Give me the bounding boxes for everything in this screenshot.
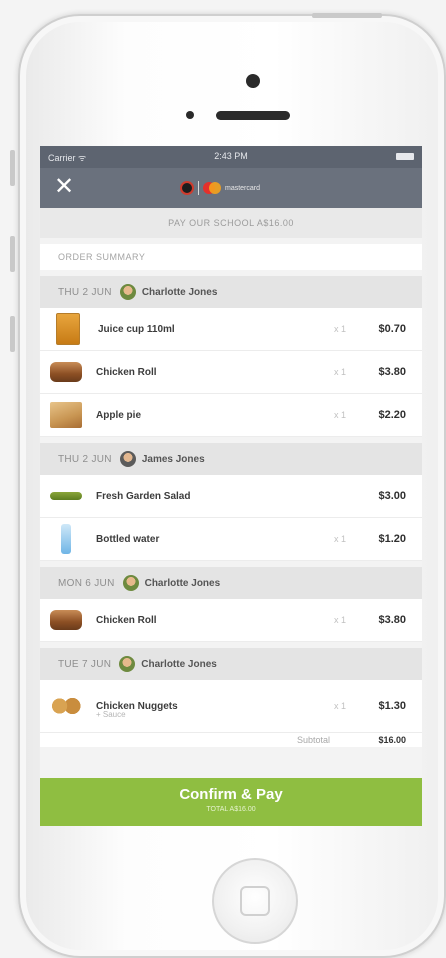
app-screen: Carrier ᯤ 2:43 PM ✕ mastercard PAY OUR S…	[40, 146, 422, 826]
list-item[interactable]: Chicken Roll x 1 $3.80	[40, 351, 422, 394]
item-price: $3.80	[378, 614, 406, 626]
item-name: Chicken Nuggets	[96, 700, 178, 712]
list-item[interactable]: Bottled water x 1 $1.20	[40, 518, 422, 561]
volume-down-button	[10, 236, 15, 272]
student-name: Charlotte Jones	[141, 286, 218, 298]
subtotal-value: $16.00	[378, 735, 406, 745]
item-qty: x 1	[333, 615, 346, 625]
home-button[interactable]	[212, 858, 298, 944]
mastercard-icon	[203, 182, 221, 194]
volume-up-button	[10, 150, 15, 186]
item-price: $0.70	[378, 323, 406, 335]
item-name: Fresh Garden Salad	[96, 490, 191, 502]
water-icon	[61, 524, 71, 554]
pie-icon	[50, 402, 82, 428]
item-price: $3.00	[378, 490, 406, 502]
day-header: THU 2 JUN Charlotte Jones	[40, 276, 422, 308]
day-header: THU 2 JUN James Jones	[40, 443, 422, 475]
sensor-icon	[186, 111, 194, 119]
list-item[interactable]: Chicken Roll x 1 $3.80	[40, 599, 422, 642]
speaker-grille	[216, 111, 290, 120]
power-button	[312, 13, 382, 18]
subtotal-label: Subtotal	[296, 735, 330, 745]
school-logo-icon	[180, 181, 194, 195]
camera-icon	[246, 74, 260, 88]
list-item[interactable]: Apple pie x 1 $2.20	[40, 394, 422, 437]
status-bar: Carrier ᯤ 2:43 PM	[40, 146, 422, 168]
payment-logos: mastercard	[180, 180, 260, 196]
day-date: THU 2 JUN	[58, 453, 112, 465]
avatar	[119, 656, 136, 672]
nuggets-icon	[50, 695, 82, 717]
student-name: James Jones	[141, 453, 205, 465]
roll-icon	[50, 610, 82, 630]
item-qty: x 1	[333, 701, 346, 711]
item-name: Apple pie	[96, 409, 142, 421]
item-qty: x 1	[333, 367, 346, 377]
item-qty: x 1	[333, 534, 346, 544]
clock: 2:43 PM	[214, 151, 248, 161]
avatar	[119, 451, 136, 467]
subtotal-row: Subtotal $16.00	[40, 733, 422, 747]
mute-switch	[10, 316, 15, 352]
student-name: Charlotte Jones	[141, 658, 217, 670]
item-name: Chicken Roll	[96, 366, 157, 378]
avatar	[119, 284, 136, 300]
brand-text: mastercard	[225, 184, 261, 192]
confirm-pay-button[interactable]: Confirm & Pay TOTAL A$16.00	[40, 778, 422, 826]
salad-icon	[50, 492, 82, 500]
day-header: TUE 7 JUN Charlotte Jones	[40, 648, 422, 680]
close-icon[interactable]: ✕	[54, 175, 74, 199]
item-option: + Sauce	[96, 710, 126, 719]
item-price: $1.20	[378, 533, 406, 545]
battery-icon	[396, 153, 414, 160]
day-header: MON 6 JUN Charlotte Jones	[40, 567, 422, 599]
day-date: TUE 7 JUN	[58, 658, 112, 670]
list-item[interactable]: Fresh Garden Salad $3.00	[40, 475, 422, 518]
day-date: THU 2 JUN	[58, 286, 112, 298]
juice-icon	[56, 313, 80, 345]
item-qty: x 1	[333, 324, 346, 334]
confirm-total: TOTAL A$16.00	[206, 806, 256, 813]
list-item[interactable]: Chicken Nuggets + Sauce x 1 $1.30	[40, 680, 422, 733]
item-name: Juice cup 110ml	[98, 323, 175, 335]
confirm-pay-label: Confirm & Pay	[179, 786, 283, 803]
item-price: $3.80	[378, 366, 406, 378]
nav-bar: ✕ mastercard	[40, 168, 422, 208]
item-price: $2.20	[378, 409, 406, 421]
item-price: $1.30	[378, 700, 406, 712]
logo-divider	[198, 181, 199, 195]
roll-icon	[50, 362, 82, 382]
day-date: MON 6 JUN	[58, 577, 115, 589]
item-name: Bottled water	[96, 533, 160, 545]
pay-header: PAY OUR SCHOOL A$16.00	[40, 208, 422, 238]
list-item[interactable]: Juice cup 110ml x 1 $0.70	[40, 308, 422, 351]
avatar	[122, 575, 139, 591]
student-name: Charlotte Jones	[144, 577, 221, 589]
item-qty: x 1	[333, 410, 346, 420]
order-summary-label: ORDER SUMMARY	[40, 244, 422, 270]
item-name: Chicken Roll	[96, 614, 157, 626]
